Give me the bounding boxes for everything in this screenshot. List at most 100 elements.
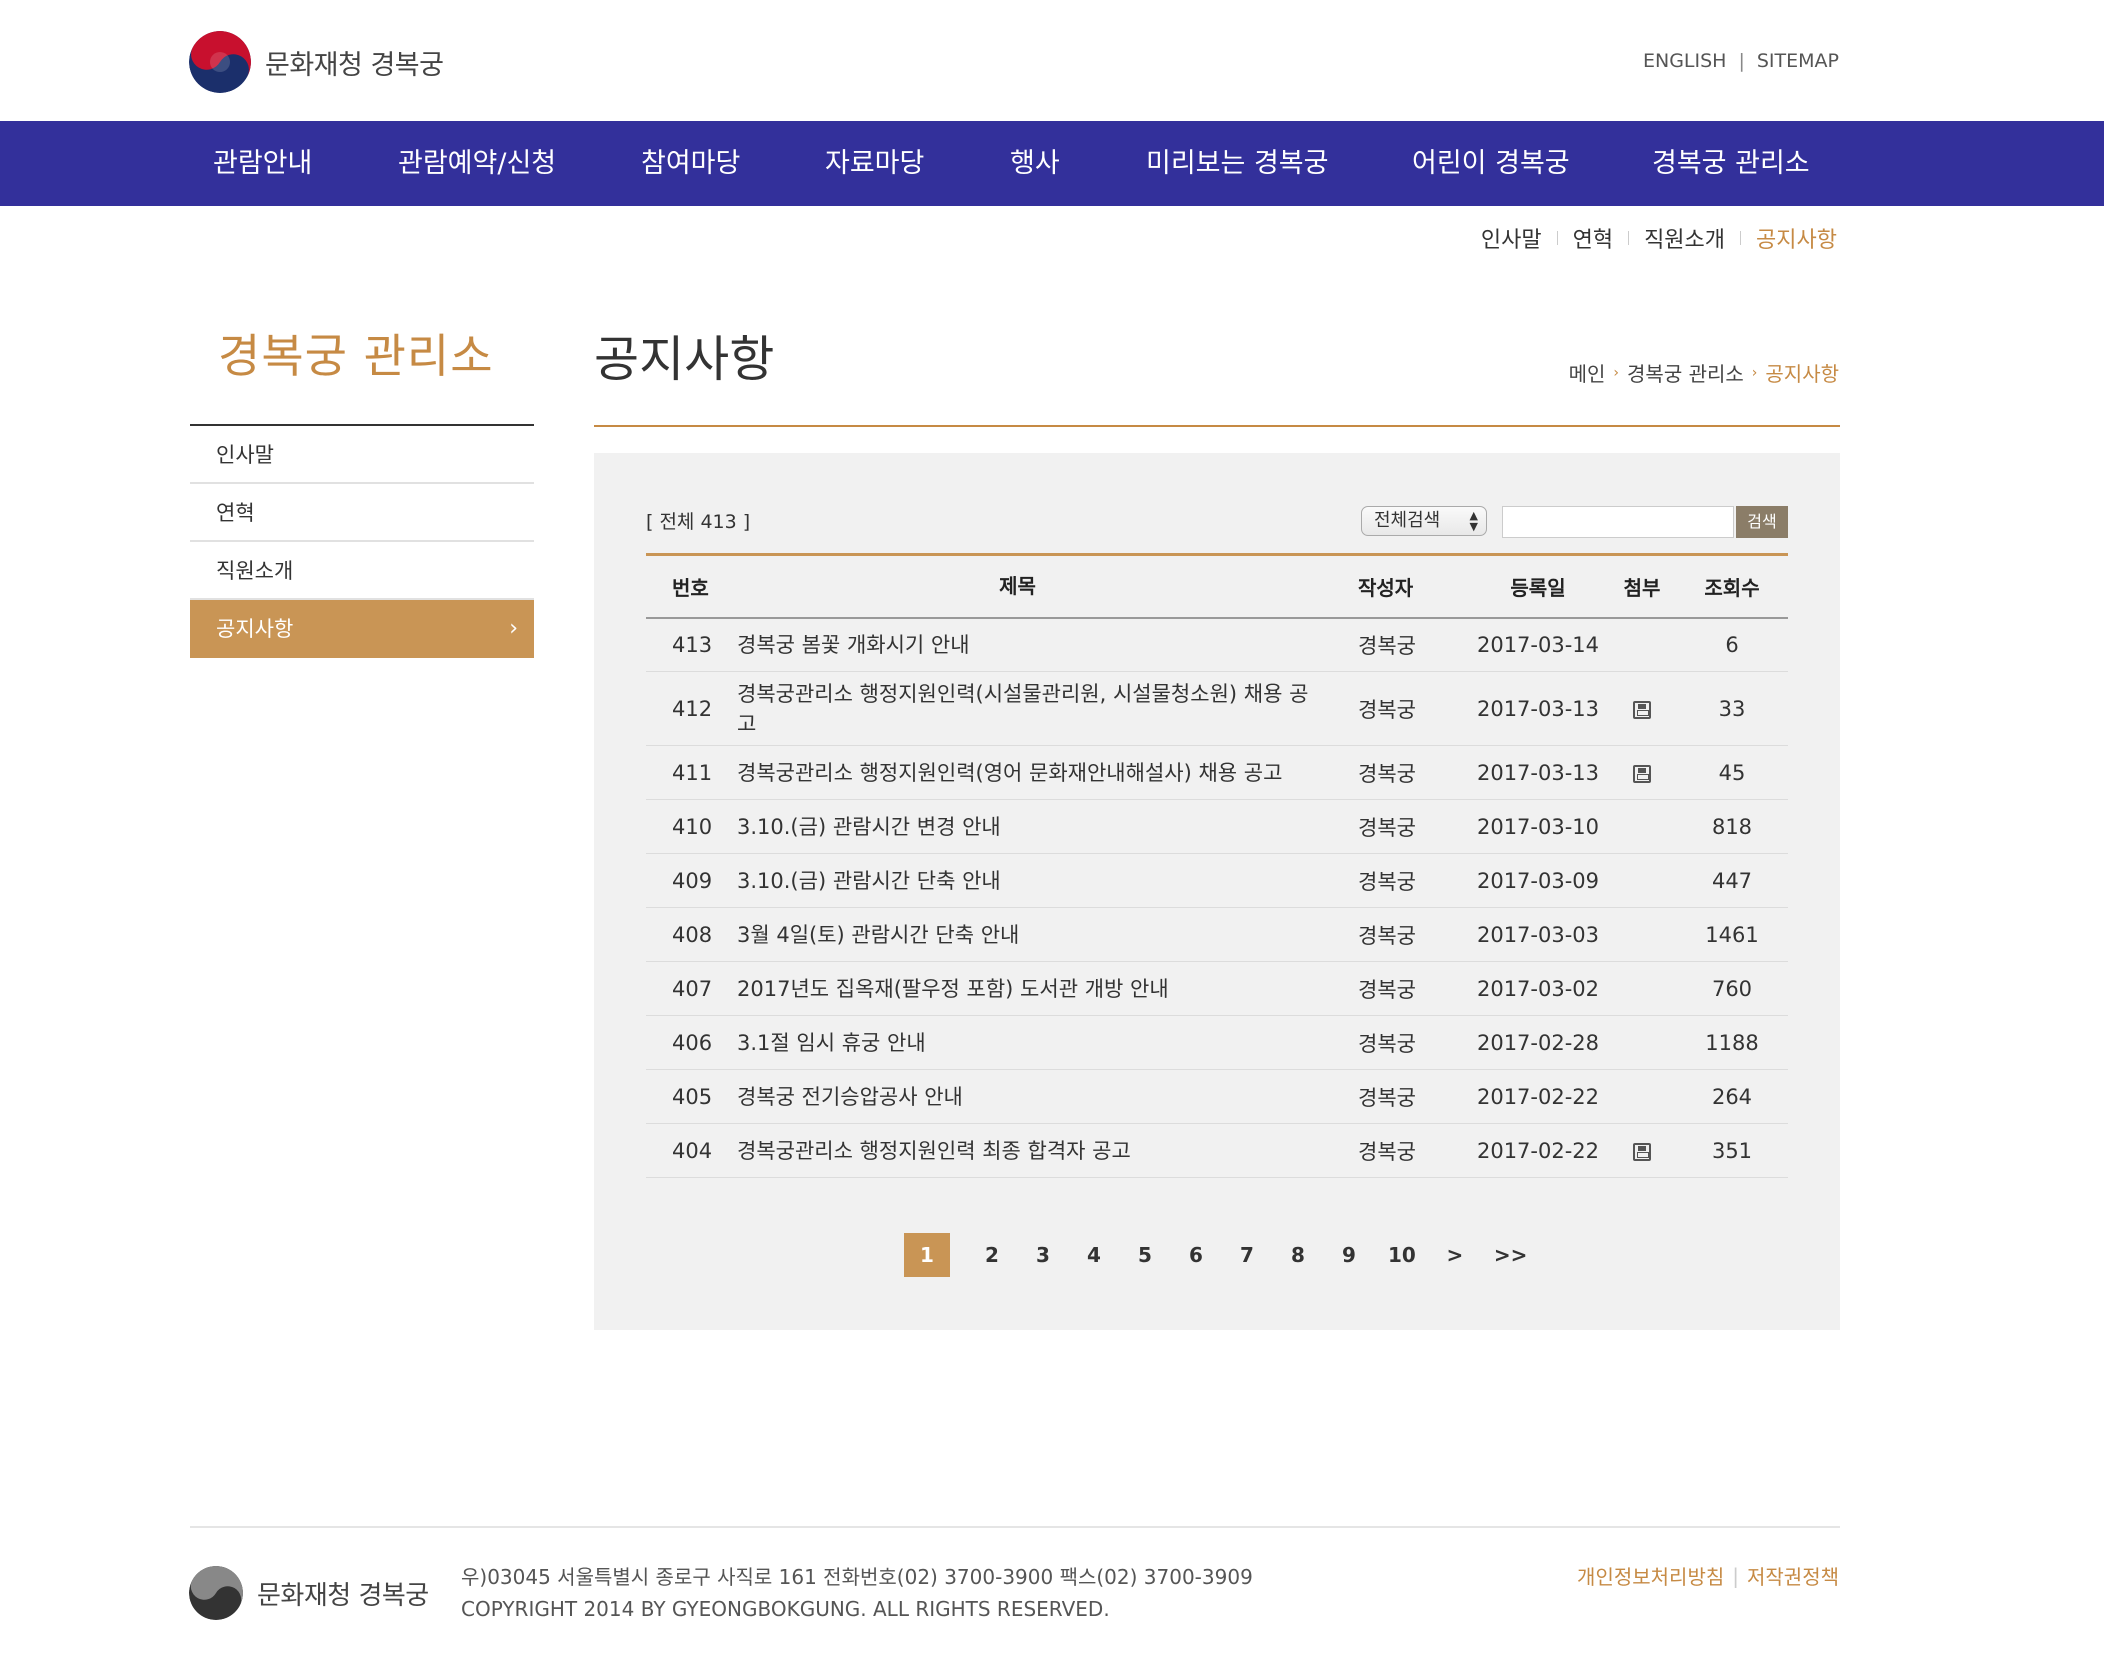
sidebar-menu: 인사말 연혁 직원소개 공지사항 ›: [190, 424, 534, 658]
row-date: 2017-02-22: [1468, 1069, 1608, 1124]
row-date: 2017-03-03: [1468, 907, 1608, 962]
site-logo[interactable]: 문화재청 경복궁: [189, 31, 444, 93]
row-number: 412: [646, 671, 737, 746]
row-writer: 경복궁: [1358, 1069, 1468, 1124]
sitemap-link[interactable]: SITEMAP: [1757, 50, 1839, 72]
page-link-10[interactable]: 10: [1388, 1243, 1416, 1267]
table-row[interactable]: 410 3.10.(금) 관람시간 변경 안내 경복궁 2017-03-10 818: [646, 799, 1788, 854]
sidebar-item-staff[interactable]: 직원소개: [190, 542, 534, 600]
notice-board: [ 전체 413 ] 전체검색 ▲ ▼ 검색 번호 제목 작성자 등록일 첨부 조…: [594, 453, 1840, 1330]
floppy-disk-icon[interactable]: [1633, 1142, 1651, 1161]
table-row[interactable]: 404 경복궁관리소 행정지원인력 최종 합격자 공고 경복궁 2017-02-22 3…: [646, 1123, 1788, 1178]
title-divider: [594, 425, 1840, 427]
search-type-select[interactable]: 전체검색 ▲ ▼: [1361, 506, 1487, 536]
column-header-number: 번호: [672, 575, 709, 600]
row-writer: 경복궁: [1358, 671, 1468, 746]
row-number: 406: [646, 1015, 737, 1070]
row-date: 2017-03-13: [1468, 745, 1608, 800]
table-row[interactable]: 413 경복궁 봄꽃 개화시기 안내 경복궁 2017-03-14 6: [646, 617, 1788, 672]
nav-item-preview[interactable]: 미리보는 경복궁: [1146, 121, 1328, 206]
nav-item-participation[interactable]: 참여마당: [641, 121, 740, 206]
column-header-date: 등록일: [1510, 575, 1566, 600]
row-hits: 45: [1676, 745, 1788, 800]
row-title-link[interactable]: 경복궁관리소 행정지원인력(시설물관리원, 시설물청소원) 채용 공고: [737, 671, 1358, 746]
table-row[interactable]: 407 2017년도 집옥재(팔우정 포함) 도서관 개방 안내 경복궁 2017-0…: [646, 961, 1788, 1016]
divider: [1740, 231, 1742, 245]
row-hits: 264: [1676, 1069, 1788, 1124]
table-row[interactable]: 409 3.10.(금) 관람시간 단축 안내 경복궁 2017-03-09 447: [646, 853, 1788, 908]
row-writer: 경복궁: [1358, 799, 1468, 854]
row-title-link[interactable]: 경복궁관리소 행정지원인력(영어 문화재안내해설사) 채용 공고: [737, 745, 1358, 800]
row-title-link[interactable]: 3.10.(금) 관람시간 단축 안내: [737, 853, 1358, 908]
divider: [1556, 231, 1558, 245]
privacy-policy-link[interactable]: 개인정보처리방침: [1577, 1561, 1724, 1590]
row-title-link[interactable]: 3.10.(금) 관람시간 변경 안내: [737, 799, 1358, 854]
search-input[interactable]: [1502, 506, 1734, 538]
top-links: ENGLISH | SITEMAP: [1643, 50, 1839, 72]
english-link[interactable]: ENGLISH: [1643, 50, 1726, 72]
page-link-8[interactable]: 8: [1286, 1243, 1310, 1267]
page-link-3[interactable]: 3: [1031, 1243, 1055, 1267]
column-header-title: 제목: [999, 574, 1036, 599]
sidebar-item-label: 직원소개: [216, 559, 294, 583]
page-title: 공지사항: [594, 331, 775, 388]
page-last-button[interactable]: >>: [1494, 1243, 1528, 1267]
table-row[interactable]: 408 3월 4일(토) 관람시간 단축 안내 경복궁 2017-03-03 1461: [646, 907, 1788, 962]
copyright-policy-link[interactable]: 저작권정책: [1747, 1561, 1839, 1590]
row-title-link[interactable]: 2017년도 집옥재(팔우정 포함) 도서관 개방 안내: [737, 961, 1358, 1016]
page-link-7[interactable]: 7: [1235, 1243, 1259, 1267]
row-number: 408: [646, 907, 737, 962]
row-attachment: [1608, 853, 1676, 908]
column-header-hits: 조회수: [1704, 575, 1760, 600]
table-row[interactable]: 406 3.1절 임시 휴궁 안내 경복궁 2017-02-28 1188: [646, 1015, 1788, 1070]
sidebar-item-notices[interactable]: 공지사항 ›: [190, 600, 534, 658]
footer-copyright: COPYRIGHT 2014 BY GYEONGBOKGUNG. ALL RIG…: [461, 1597, 1110, 1621]
table-row[interactable]: 405 경복궁 전기승압공사 안내 경복궁 2017-02-22 264: [646, 1069, 1788, 1124]
subnav-history[interactable]: 연혁: [1573, 222, 1613, 254]
row-title-link[interactable]: 경복궁 전기승압공사 안내: [737, 1069, 1358, 1124]
table-row[interactable]: 412 경복궁관리소 행정지원인력(시설물관리원, 시설물청소원) 채용 공고 경복…: [646, 671, 1788, 746]
nav-item-kids[interactable]: 어린이 경복궁: [1412, 121, 1570, 206]
breadcrumb-home[interactable]: 메인: [1569, 358, 1606, 387]
nav-item-events[interactable]: 행사: [1010, 121, 1060, 206]
row-writer: 경복궁: [1358, 745, 1468, 800]
row-title-link[interactable]: 경복궁관리소 행정지원인력 최종 합격자 공고: [737, 1123, 1358, 1178]
sidebar-item-greeting[interactable]: 인사말: [190, 426, 534, 484]
row-attachment: [1608, 961, 1676, 1016]
nav-item-office[interactable]: 경복궁 관리소: [1652, 121, 1810, 206]
subnav-greeting[interactable]: 인사말: [1481, 222, 1542, 254]
page-link-9[interactable]: 9: [1337, 1243, 1361, 1267]
search-button[interactable]: 검색: [1736, 506, 1788, 538]
page-link-5[interactable]: 5: [1133, 1243, 1157, 1267]
row-attachment: [1608, 745, 1676, 800]
page-link-4[interactable]: 4: [1082, 1243, 1106, 1267]
column-header-attachment: 첨부: [1623, 575, 1661, 600]
table-row[interactable]: 411 경복궁관리소 행정지원인력(영어 문화재안내해설사) 채용 공고 경복궁 20…: [646, 745, 1788, 800]
row-attachment: [1608, 907, 1676, 962]
row-title-link[interactable]: 3월 4일(토) 관람시간 단축 안내: [737, 907, 1358, 962]
page-link-2[interactable]: 2: [980, 1243, 1004, 1267]
taegeuk-logo-icon: [189, 31, 251, 93]
sidebar-item-history[interactable]: 연혁: [190, 484, 534, 542]
notice-table: 번호 제목 작성자 등록일 첨부 조회수 413 경복궁 봄꽃 개화시기 안내 경복…: [646, 553, 1788, 1178]
nav-item-visit-info[interactable]: 관람안내: [213, 121, 312, 206]
floppy-disk-icon[interactable]: [1633, 700, 1651, 719]
page-link-1[interactable]: 1: [904, 1233, 950, 1277]
table-header-row: 번호 제목 작성자 등록일 첨부 조회수: [646, 554, 1788, 618]
row-title-link[interactable]: 경복궁 봄꽃 개화시기 안내: [737, 617, 1358, 672]
nav-item-reservation[interactable]: 관람예약/신청: [398, 121, 556, 206]
row-hits: 1461: [1676, 907, 1788, 962]
subnav-staff[interactable]: 직원소개: [1644, 222, 1725, 254]
row-writer: 경복궁: [1358, 617, 1468, 672]
row-date: 2017-02-22: [1468, 1123, 1608, 1178]
row-writer: 경복궁: [1358, 907, 1468, 962]
page-next-button[interactable]: >: [1443, 1243, 1467, 1267]
floppy-disk-icon[interactable]: [1633, 764, 1651, 783]
page-link-6[interactable]: 6: [1184, 1243, 1208, 1267]
row-title-link[interactable]: 3.1절 임시 휴궁 안내: [737, 1015, 1358, 1070]
footer-address: 우)03045 서울특별시 종로구 사직로 161 전화번호(02) 3700-…: [461, 1565, 1253, 1589]
nav-item-resources[interactable]: 자료마당: [825, 121, 924, 206]
row-number: 410: [646, 799, 737, 854]
subnav-notices[interactable]: 공지사항: [1756, 222, 1837, 254]
breadcrumb-office[interactable]: 경복궁 관리소: [1627, 358, 1744, 387]
